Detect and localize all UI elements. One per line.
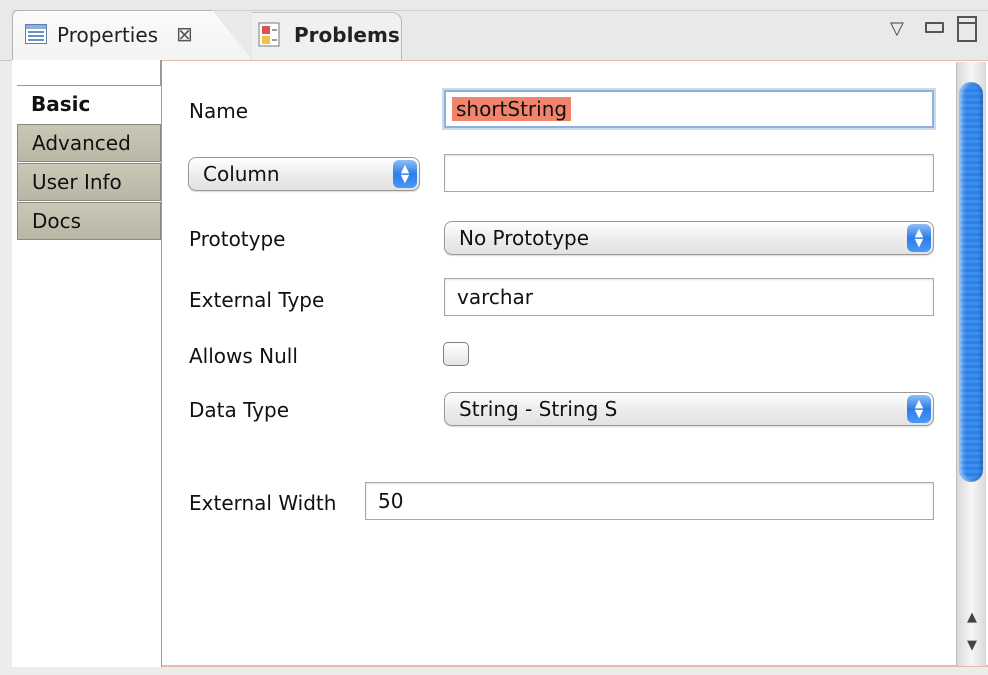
prototype-select[interactable]: No Prototype ▲ ▼ (444, 221, 934, 255)
name-field[interactable]: shortString (444, 90, 934, 128)
column-popup[interactable]: Column ▲ ▼ (188, 157, 420, 191)
maximize-icon[interactable] (957, 16, 977, 42)
data-type-select[interactable]: String - String S ▲ ▼ (444, 392, 934, 426)
external-type-label: External Type (189, 288, 325, 312)
prototype-label: Prototype (189, 227, 286, 251)
data-type-label: Data Type (189, 398, 290, 422)
properties-icon (25, 24, 47, 44)
scrollbar-thumb[interactable] (959, 82, 983, 482)
external-width-label: External Width (189, 491, 337, 515)
nav-item-advanced[interactable]: Advanced (17, 124, 161, 162)
column-field[interactable] (444, 154, 934, 192)
data-type-select-value: String - String S (459, 397, 618, 421)
nav-item-docs[interactable]: Docs (17, 202, 161, 240)
prototype-select-value: No Prototype (459, 226, 590, 250)
view-tab-bar: Properties ⊠ Problems ▽ (0, 0, 988, 61)
scroll-up-button[interactable]: ▲ (960, 608, 984, 628)
tab-properties-label: Properties (57, 23, 159, 47)
view-menu-icon[interactable]: ▽ (890, 18, 904, 39)
section-nav-header (17, 60, 161, 86)
minimize-icon[interactable] (925, 22, 944, 33)
scroll-down-button[interactable]: ▼ (960, 636, 984, 656)
nav-item-user-info[interactable]: User Info (17, 163, 161, 201)
chevron-updown-icon: ▲ ▼ (907, 395, 931, 423)
allows-null-checkbox[interactable] (443, 342, 469, 366)
close-icon[interactable]: ⊠ (176, 22, 193, 46)
allows-null-label: Allows Null (189, 344, 298, 368)
external-type-field[interactable]: varchar (444, 278, 934, 316)
column-popup-label: Column (203, 162, 280, 186)
external-width-field[interactable]: 50 (365, 482, 934, 520)
chevron-updown-icon: ▲ ▼ (907, 224, 931, 252)
name-field-value: shortString (452, 97, 572, 121)
problems-icon (258, 22, 280, 47)
chevron-updown-icon: ▲ ▼ (393, 160, 417, 188)
nav-item-basic[interactable]: Basic (17, 86, 161, 124)
tab-problems-label: Problems (294, 23, 400, 47)
name-label: Name (189, 99, 249, 123)
